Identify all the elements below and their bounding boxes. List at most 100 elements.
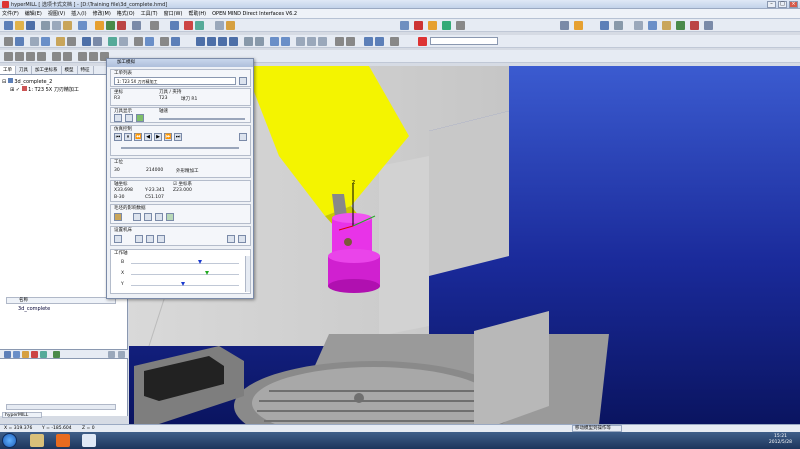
surface-icon[interactable] [56,37,65,46]
wireframe-icon[interactable] [296,37,305,46]
stock-compare-icon[interactable] [166,213,174,221]
tool-display-button-2[interactable] [125,114,133,122]
machine-button-3[interactable] [146,235,154,243]
options-button[interactable] [239,133,247,141]
database-icon[interactable] [662,21,671,30]
maximize-button[interactable]: □ [778,1,787,8]
tab-jobs[interactable]: 工单 [0,66,16,74]
list-item[interactable]: 3d_complete [6,306,50,312]
model-delete-icon[interactable] [31,351,38,358]
model-add-icon[interactable] [4,351,11,358]
snap-center-icon[interactable] [26,52,35,61]
panel-menu-icon[interactable] [108,351,115,358]
menu-file[interactable]: 文件(F) [2,10,19,17]
simulate-icon[interactable] [414,21,423,30]
view-front-icon[interactable] [196,37,205,46]
horizontal-scrollbar[interactable] [6,404,116,410]
view-top-icon[interactable] [207,37,216,46]
camera-icon[interactable] [390,37,399,46]
axis-scrollbar[interactable] [245,256,250,292]
coord-checkbox[interactable]: ☑ 坐标系 [173,181,192,187]
table-icon[interactable] [150,21,159,30]
macro-icon[interactable] [600,21,609,30]
forward-button[interactable]: ⏩ [164,133,172,141]
explorer-icon[interactable] [30,434,44,447]
settings-icon[interactable] [560,21,569,30]
pin-icon[interactable] [418,37,427,46]
cut-icon[interactable] [41,21,50,30]
view-icon[interactable] [170,21,179,30]
tool-display-button-1[interactable] [114,114,122,122]
minimize-button[interactable]: – [767,1,776,8]
point-icon[interactable] [30,37,39,46]
start-button[interactable] [2,433,17,448]
snap-tangent-icon[interactable] [52,52,61,61]
zoom-fit-icon[interactable] [244,37,253,46]
machine-button-6[interactable] [238,235,246,243]
undo-icon[interactable] [78,21,87,30]
copy-icon[interactable] [52,21,61,30]
tab-models[interactable]: 模型 [62,66,78,74]
snap-mid-icon[interactable] [15,52,24,61]
stock-button-3[interactable] [155,213,163,221]
job-list-select[interactable]: 1: T23 5X 刀刃精加工 [114,77,236,85]
tool-db-icon[interactable] [704,21,713,30]
record-icon[interactable] [184,21,193,30]
step-back-button[interactable]: ⏮ [114,133,122,141]
fillet-icon[interactable] [93,37,102,46]
snap-end-icon[interactable] [4,52,13,61]
curve-icon[interactable] [41,37,50,46]
tree-root[interactable]: ⊟ 3d_complete_2 [2,78,79,86]
pause-button[interactable]: ⏸ [124,133,132,141]
hidden-line-icon[interactable] [307,37,316,46]
stock-icon[interactable] [114,213,122,221]
report-icon[interactable] [456,21,465,30]
next-button[interactable]: ▶ [154,133,162,141]
section-icon[interactable] [335,37,344,46]
new-file-icon[interactable] [4,21,13,30]
progress-slider[interactable] [121,147,239,149]
shade-icon[interactable] [95,21,104,30]
tab-tools[interactable]: 刀具 [16,66,32,74]
color-icon[interactable] [117,21,126,30]
menu-format[interactable]: 格式(O) [117,10,135,17]
stock-button-2[interactable] [144,213,152,221]
rewind-button[interactable]: ⏪ [134,133,142,141]
job-list-button[interactable] [239,77,247,85]
light-icon[interactable] [364,37,373,46]
snap-near-icon[interactable] [78,52,87,61]
box-icon[interactable] [119,37,128,46]
model-tree-icon[interactable] [53,351,60,358]
end-button[interactable]: ⏭ [174,133,182,141]
machine-button-1[interactable] [114,235,122,243]
trim-icon[interactable] [67,37,76,46]
machine-button-2[interactable] [135,235,143,243]
close-button[interactable]: × [789,1,798,8]
menu-insert[interactable]: 插入(I) [71,10,86,17]
dimension-icon[interactable] [226,21,235,30]
model-show-icon[interactable] [40,351,47,358]
browser-icon[interactable] [648,21,657,30]
snap-perp-icon[interactable] [63,52,72,61]
sphere-icon[interactable] [145,37,154,46]
pan-icon[interactable] [270,37,279,46]
calc-icon[interactable] [676,21,685,30]
layer-icon[interactable] [106,21,115,30]
measure-icon[interactable] [215,21,224,30]
cylinder-icon[interactable] [134,37,143,46]
menu-modify[interactable]: 修改(M) [93,10,111,17]
machine-button-4[interactable] [157,235,165,243]
model-edit-icon[interactable] [13,351,20,358]
tab-hypermill[interactable]: hyperMILL [2,412,42,418]
save-icon[interactable] [26,21,35,30]
offset-icon[interactable] [82,37,91,46]
tab-frames[interactable]: 加工坐标系 [32,66,62,74]
view-iso-icon[interactable] [229,37,238,46]
grid-icon[interactable] [132,21,141,30]
library-icon[interactable] [614,21,623,30]
speed-slider[interactable] [159,118,245,120]
line-icon[interactable] [4,37,13,46]
tree-child[interactable]: ⊞ ✓ 1: T23 5X 刀刃精加工 [2,86,79,94]
snap-quad-icon[interactable] [37,52,46,61]
open-folder-icon[interactable] [15,21,24,30]
